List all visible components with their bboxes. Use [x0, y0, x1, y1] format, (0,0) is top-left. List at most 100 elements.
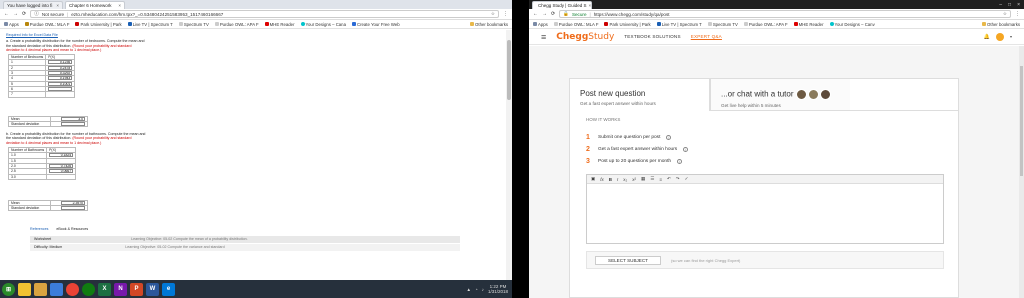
italic-icon[interactable]: I	[617, 177, 618, 182]
sd-input[interactable]	[61, 206, 85, 211]
reload-icon[interactable]: ⟳	[551, 11, 555, 17]
numbered-list-icon[interactable]: ≡	[659, 177, 662, 182]
bookmark-item[interactable]: Park University | Park	[75, 22, 122, 27]
bookmark-item[interactable]: Your Designs – Canv	[829, 22, 875, 27]
bookmark-item[interactable]: MHE Reader	[264, 22, 295, 27]
probability-input[interactable]	[48, 60, 73, 65]
close-icon[interactable]: ×	[118, 3, 121, 8]
list-icon[interactable]: ☰	[650, 176, 654, 182]
tab-post-question[interactable]: Post new question Get a fast expert answ…	[570, 79, 710, 111]
sd-input[interactable]	[61, 121, 85, 126]
probability-input[interactable]	[48, 81, 73, 86]
probability-input[interactable]	[48, 76, 73, 81]
forward-icon[interactable]: →	[542, 11, 547, 17]
explorer-icon[interactable]	[18, 282, 31, 296]
bold-icon[interactable]: B	[609, 177, 612, 182]
redo-icon[interactable]: ↷	[676, 176, 680, 182]
spellcheck-icon[interactable]: ✓	[685, 176, 689, 182]
question-editor[interactable]: ▣ fx B I x₂ x² ▦ ☰ ≡ ↶ ↷ ✓	[586, 174, 944, 244]
info-icon[interactable]: i	[683, 146, 689, 152]
probability-input[interactable]	[49, 153, 74, 158]
ebook-resources-link[interactable]: eBook & Resources	[56, 227, 88, 231]
scroll-thumb[interactable]	[1020, 66, 1023, 176]
info-icon[interactable]: i	[677, 158, 683, 164]
bookmark-item[interactable]: Purdue OWL: APA F	[743, 22, 788, 27]
url-field[interactable]: ⓘ Not secure | ezto.mheducation.com/hm.t…	[30, 10, 499, 18]
bookmark-apps[interactable]: Apps	[4, 22, 19, 27]
bookmark-item[interactable]: Live TV | Spectrum T	[656, 22, 702, 27]
probability-input[interactable]	[48, 86, 73, 91]
mean-input[interactable]	[61, 116, 85, 121]
minimize-icon[interactable]: –	[999, 2, 1002, 8]
superscript-icon[interactable]: x²	[632, 177, 636, 182]
nav-expert-qa[interactable]: EXPERT Q&A	[691, 34, 722, 39]
probability-input[interactable]	[48, 65, 73, 70]
url-field[interactable]: 🔒 Secure | https://www.chegg.com/study/q…	[559, 10, 1011, 18]
bookmark-item[interactable]: MHE Reader	[793, 22, 824, 27]
maximize-icon[interactable]: □	[1008, 2, 1011, 8]
up-arrow-icon[interactable]: ▲	[467, 287, 471, 292]
bookmark-item[interactable]: Purdue OWL: APA F	[214, 22, 259, 27]
probability-input[interactable]	[48, 71, 73, 76]
undo-icon[interactable]: ↶	[667, 176, 671, 182]
bookmark-item[interactable]: Spectrum TV	[178, 22, 209, 27]
menu-icon[interactable]: ⋮	[1015, 11, 1020, 17]
network-icon[interactable]: ◔	[475, 287, 478, 292]
bookmark-item[interactable]: Purdue OWL: MLA F	[553, 22, 598, 27]
volume-icon[interactable]: ♪	[482, 287, 484, 292]
close-icon[interactable]: ×	[56, 3, 59, 8]
onenote-icon[interactable]: N	[114, 282, 127, 296]
bell-icon[interactable]: 🔔	[984, 34, 990, 40]
chevron-down-icon[interactable]: ▾	[1010, 34, 1012, 39]
bookmark-apps[interactable]: Apps	[533, 22, 548, 27]
other-bookmarks[interactable]: Other bookmarks	[982, 22, 1020, 27]
bookmark-item[interactable]: Park University | Park	[604, 22, 651, 27]
tab-chat-tutor[interactable]: ...or chat with a tutor Get live help wi…	[710, 79, 850, 111]
store-icon[interactable]	[50, 282, 63, 296]
back-icon[interactable]: ←	[4, 11, 9, 17]
clock[interactable]: 1:22 PM 1/31/2018	[488, 284, 508, 294]
table-icon[interactable]: ▦	[641, 176, 645, 182]
excel-data-link[interactable]: Required Info for Excel Data File	[6, 33, 58, 37]
folder-icon[interactable]	[34, 282, 47, 296]
tab-chapter-homework[interactable]: Chapter 6 Homework ×	[65, 1, 125, 9]
scroll-thumb[interactable]	[507, 40, 511, 100]
powerpoint-icon[interactable]: P	[130, 282, 143, 296]
back-icon[interactable]: ←	[533, 11, 538, 17]
subscript-icon[interactable]: x₂	[623, 177, 627, 182]
avatar[interactable]	[995, 32, 1004, 41]
tab-logged-in[interactable]: You have logged into fi ×	[3, 1, 63, 9]
reload-icon[interactable]: ⟳	[22, 11, 26, 17]
select-subject-button[interactable]: SELECT SUBJECT	[595, 255, 661, 265]
scrollbar[interactable]	[1019, 46, 1024, 298]
xbox-icon[interactable]	[82, 282, 95, 296]
probability-input[interactable]	[49, 169, 74, 174]
close-icon[interactable]: ×	[588, 3, 591, 8]
other-bookmarks[interactable]: Other bookmarks	[470, 22, 508, 27]
image-icon[interactable]: ▣	[591, 176, 595, 182]
star-icon[interactable]: ☆	[491, 11, 495, 17]
nav-textbook-solutions[interactable]: TEXTBOOK SOLUTIONS	[624, 34, 680, 39]
info-icon[interactable]: i	[666, 134, 672, 140]
star-icon[interactable]: ☆	[1003, 11, 1007, 17]
word-icon[interactable]: W	[146, 282, 159, 296]
tab-chegg[interactable]: Chegg Study | Guided S ×	[532, 1, 592, 9]
references-label[interactable]: References	[30, 227, 48, 231]
probability-input[interactable]	[49, 163, 74, 168]
menu-icon[interactable]: ⋮	[503, 11, 508, 17]
bookmark-item[interactable]: Spectrum TV	[707, 22, 738, 27]
close-window-icon[interactable]: ×	[1017, 2, 1020, 8]
chrome-icon[interactable]	[66, 282, 79, 296]
bookmark-item[interactable]: Live TV | Spectrum T	[127, 22, 173, 27]
bookmark-item[interactable]: Your Designs – Cana	[300, 22, 346, 27]
scrollbar[interactable]	[506, 30, 512, 280]
formula-icon[interactable]: fx	[600, 177, 604, 182]
chegg-logo[interactable]: CheggStudy	[556, 32, 614, 42]
excel-icon[interactable]: X	[98, 282, 111, 296]
edge-icon[interactable]: e	[162, 282, 175, 296]
mean-input[interactable]	[61, 200, 85, 205]
hamburger-menu-icon[interactable]: ≡	[541, 32, 546, 42]
bookmark-item[interactable]: Create Your Free Web	[351, 22, 400, 27]
start-icon[interactable]: ⊞	[2, 282, 15, 296]
bookmark-item[interactable]: Purdue OWL: MLA F	[24, 22, 69, 27]
